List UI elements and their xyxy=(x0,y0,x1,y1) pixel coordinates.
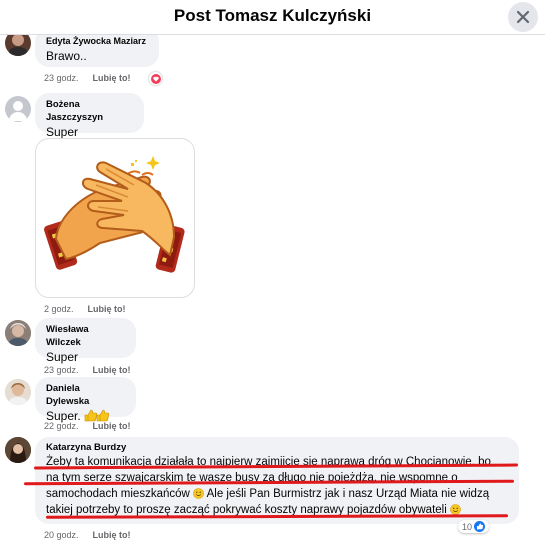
avatar[interactable] xyxy=(5,437,31,463)
comment-time[interactable]: 2 godz. xyxy=(44,304,74,314)
comment-time[interactable]: 23 godz. xyxy=(44,365,79,375)
comment-bubble: Daniela Dylewska Super. xyxy=(35,377,136,423)
comment-line-part: Ale jeśli Pan Burmistrz jak i nasz Urząd… xyxy=(206,488,490,500)
comment-line-3: samochodach mieszkańców Ale jeśli Pan Bu… xyxy=(46,486,508,502)
comment-text: Brawo.. xyxy=(46,49,87,63)
comment-bubble: Bożena Jaszczyszyn Super xyxy=(35,93,144,139)
like-button[interactable]: Lubię to! xyxy=(93,365,131,375)
like-reaction-icon xyxy=(474,521,485,532)
reaction-badge[interactable] xyxy=(149,72,162,85)
reaction-count-badge[interactable]: 10 xyxy=(457,520,489,533)
avatar[interactable] xyxy=(5,379,31,405)
comment-meta: 2 godz. Lubię to! xyxy=(44,304,126,314)
heart-icon xyxy=(150,73,161,84)
clapping-hands-sticker[interactable] xyxy=(35,138,195,298)
comment-meta: 23 godz. Lubię to! xyxy=(44,365,131,375)
avatar[interactable] xyxy=(5,96,31,122)
like-button[interactable]: Lubię to! xyxy=(93,421,131,431)
smile-emoji-icon xyxy=(193,488,204,499)
dialog-header: Post Tomasz Kulczyński xyxy=(0,0,545,35)
comment-text: Super xyxy=(46,350,79,364)
comment-line-part: samochodach mieszkańców xyxy=(46,488,190,500)
reaction-count: 10 xyxy=(461,521,472,532)
close-icon xyxy=(516,10,530,24)
like-button[interactable]: Lubię to! xyxy=(93,73,131,83)
comment-meta: 22 godz. Lubię to! xyxy=(44,421,131,431)
comment-time[interactable]: 22 godz. xyxy=(44,421,79,431)
comment-author[interactable]: Daniela Dylewska xyxy=(46,382,125,408)
comment-time[interactable]: 23 godz. xyxy=(44,73,79,83)
comment-bubble: Wiesława Wilczek Super xyxy=(35,318,136,364)
comment-meta: 23 godz. Lubię to! xyxy=(44,73,131,83)
comment-author[interactable]: Edyta Żywocka Maziarz xyxy=(46,35,148,48)
avatar[interactable] xyxy=(5,320,31,346)
comment-author[interactable]: Wiesława Wilczek xyxy=(46,323,125,349)
like-button[interactable]: Lubię to! xyxy=(88,304,126,314)
dialog-title: Post Tomasz Kulczyński xyxy=(173,6,372,25)
comment-author[interactable]: Katarzyna Burdzy xyxy=(46,441,508,454)
smile-emoji-icon xyxy=(450,504,461,515)
close-button[interactable] xyxy=(508,2,538,32)
comment-author[interactable]: Bożena Jaszczyszyn xyxy=(46,98,133,124)
